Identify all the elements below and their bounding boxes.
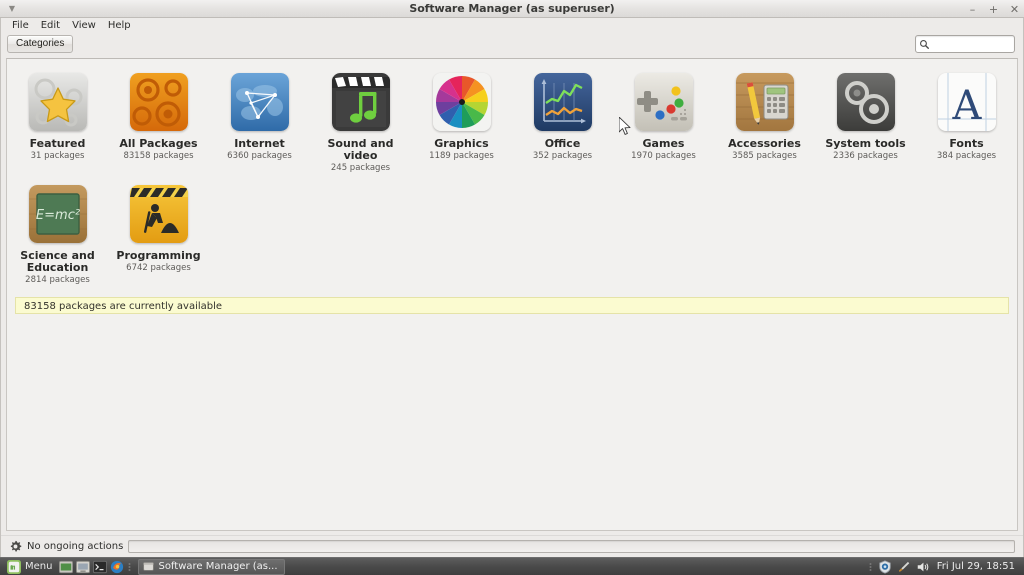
category-count: 245 packages [330, 163, 391, 173]
category-count: 2814 packages [25, 275, 90, 285]
category-label: Accessories [728, 137, 801, 150]
progress-bar [128, 540, 1015, 553]
menu-help[interactable]: Help [102, 18, 137, 33]
graphics-colorwheel-icon [432, 73, 491, 131]
menu-label: Menu [25, 561, 53, 572]
window-controls: – + ✕ [967, 0, 1020, 18]
category-label: Games [642, 137, 685, 150]
svg-text:E=mc²: E=mc² [35, 208, 79, 223]
category-games[interactable]: Games 1970 packages [613, 67, 714, 173]
packages-available-notice: 83158 packages are currently available [15, 297, 1009, 314]
category-count: 3585 packages [732, 151, 797, 161]
fonts-letter-a-icon: A [937, 73, 996, 131]
window-titlebar: ▼ Software Manager (as superuser) – + ✕ [0, 0, 1024, 18]
category-grid: Featured 31 packages All Packages 83158 … [7, 59, 1017, 291]
search-box[interactable] [915, 35, 1024, 53]
category-programming[interactable]: Programming 6742 packages [108, 179, 209, 285]
menu-button[interactable]: Menu [3, 559, 56, 575]
all-packages-gears-icon [129, 73, 188, 131]
gear-icon [10, 540, 22, 552]
taskbar: Menu Software Manager (as... Fri Jul 29,… [0, 557, 1024, 575]
clock: Fri Jul 29, 18:51 [936, 561, 1015, 572]
sound-video-icon [331, 73, 390, 131]
firefox-icon[interactable] [110, 560, 124, 574]
featured-star-icon [28, 73, 87, 131]
menubar: File Edit View Help [1, 18, 1023, 33]
category-label: Science and Education [20, 249, 95, 274]
taskbar-window-button[interactable]: Software Manager (as... [138, 558, 285, 575]
menu-file[interactable]: File [6, 18, 35, 33]
status-text: No ongoing actions [27, 541, 124, 552]
system-tools-gears-icon [836, 73, 895, 131]
file-manager-icon[interactable] [76, 560, 91, 574]
category-office[interactable]: Office 352 packages [512, 67, 613, 173]
maximize-button[interactable]: + [988, 3, 999, 15]
volume-icon[interactable] [916, 560, 930, 574]
statusbar: No ongoing actions [1, 535, 1023, 557]
menu-edit[interactable]: Edit [35, 18, 66, 33]
category-science-and-education[interactable]: E=mc² Science and Education 2814 package… [7, 179, 108, 285]
svg-text:A: A [951, 83, 982, 129]
category-sound-and-video[interactable]: Sound and video 245 packages [310, 67, 411, 173]
menu-view[interactable]: View [66, 18, 102, 33]
category-count: 1970 packages [631, 151, 696, 161]
minimize-button[interactable]: – [967, 3, 978, 15]
system-tray: Fri Jul 29, 18:51 [868, 559, 1021, 574]
taskbar-separator [128, 562, 131, 571]
category-fonts[interactable]: A Fonts 384 packages [916, 67, 1017, 173]
category-count: 352 packages [532, 151, 593, 161]
category-label: Internet [234, 137, 285, 150]
category-label: Programming [116, 249, 201, 262]
category-label: Graphics [434, 137, 489, 150]
mint-logo-icon [7, 559, 21, 574]
search-input[interactable] [930, 37, 1024, 51]
category-all-packages[interactable]: All Packages 83158 packages [108, 67, 209, 173]
categories-button[interactable]: Categories [7, 35, 74, 53]
programming-construction-icon [129, 185, 188, 243]
search-icon [920, 39, 929, 49]
games-gamepad-icon [634, 73, 693, 131]
category-count: 6742 packages [126, 263, 191, 273]
show-desktop-icon[interactable] [59, 560, 74, 574]
close-button[interactable]: ✕ [1009, 3, 1020, 15]
terminal-icon[interactable] [93, 560, 108, 574]
category-count: 1189 packages [429, 151, 494, 161]
category-graphics[interactable]: Graphics 1189 packages [411, 67, 512, 173]
window-title: Software Manager (as superuser) [409, 2, 615, 15]
brush-icon[interactable] [897, 560, 911, 574]
category-system-tools[interactable]: System tools 2336 packages [815, 67, 916, 173]
desktop: ▼ Software Manager (as superuser) – + ✕ … [0, 0, 1024, 575]
category-accessories[interactable]: Accessories 3585 packages [714, 67, 815, 173]
office-chart-icon [533, 73, 592, 131]
category-label: System tools [825, 137, 906, 150]
category-count: 6360 packages [227, 151, 292, 161]
category-label: Office [544, 137, 581, 150]
toolbar: Categories [1, 33, 1024, 55]
category-internet[interactable]: Internet 6360 packages [209, 67, 310, 173]
category-count: 2336 packages [833, 151, 898, 161]
update-shield-icon[interactable] [878, 559, 892, 574]
category-count: 31 packages [30, 151, 85, 161]
category-label: Fonts [949, 137, 984, 150]
categories-pane: Featured 31 packages All Packages 83158 … [6, 58, 1018, 531]
tray-separator [869, 562, 872, 571]
category-label: Sound and video [327, 137, 394, 162]
category-count: 384 packages [936, 151, 997, 161]
taskbar-window-label: Software Manager (as... [158, 561, 278, 572]
science-education-blackboard-icon: E=mc² [28, 185, 87, 243]
accessories-calculator-icon [735, 73, 794, 131]
internet-globe-icon [230, 73, 289, 131]
category-count: 83158 packages [123, 151, 194, 161]
category-label: All Packages [119, 137, 198, 150]
category-featured[interactable]: Featured 31 packages [7, 67, 108, 173]
software-manager-window: File Edit View Help Categories Featured … [0, 18, 1024, 557]
window-icon [143, 562, 155, 571]
category-label: Featured [29, 137, 86, 150]
